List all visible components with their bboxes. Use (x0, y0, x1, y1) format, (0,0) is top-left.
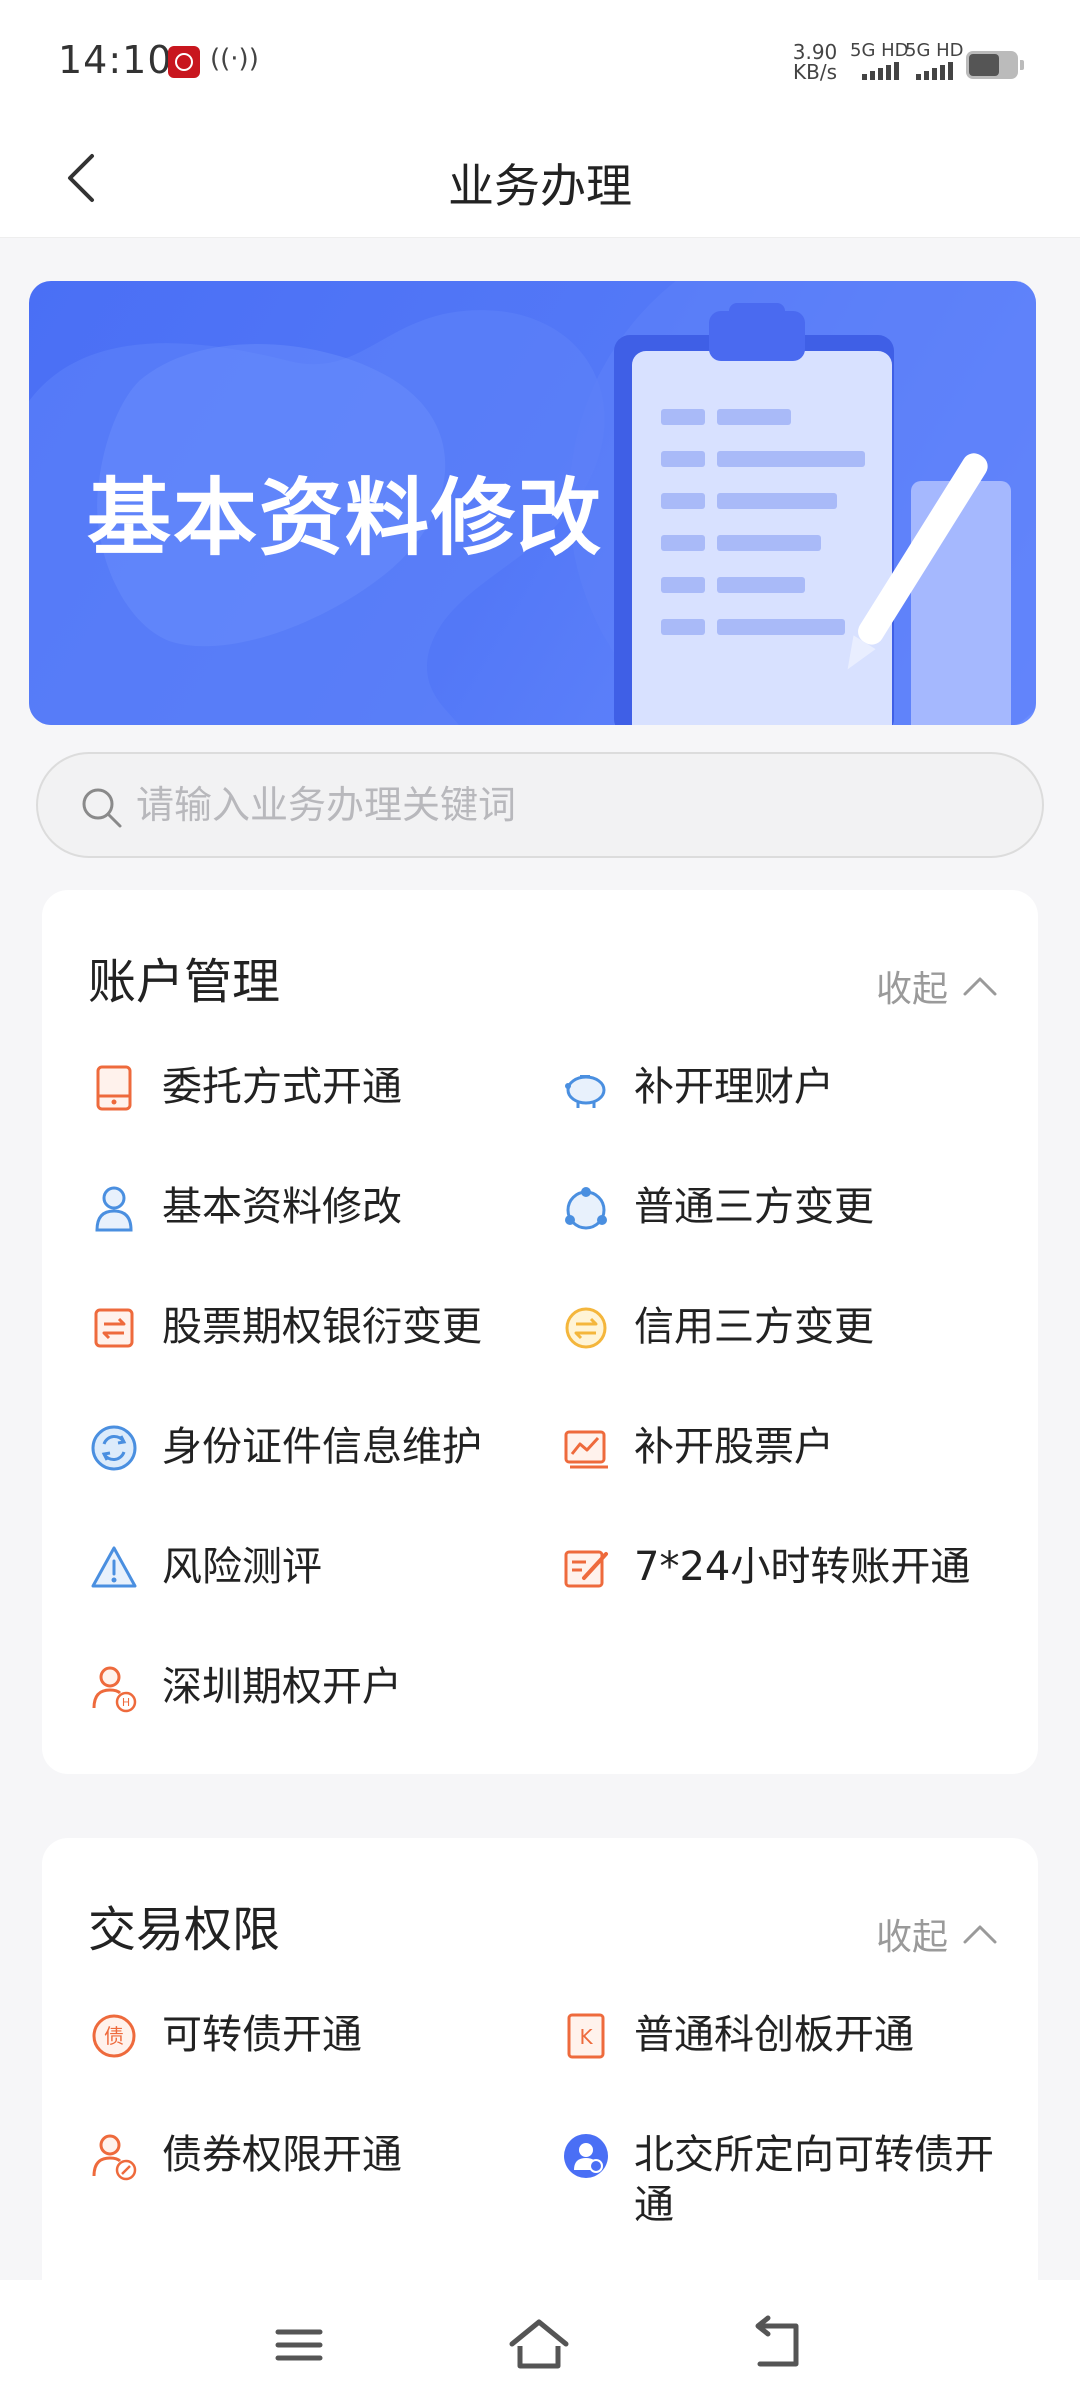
item-label: 基本资料修改 (162, 1184, 402, 1230)
search-bar[interactable] (36, 752, 1044, 858)
warning-icon (91, 1546, 137, 1588)
user-badge-icon (564, 2134, 608, 2178)
chevron-up-icon (963, 977, 997, 996)
menu-item[interactable]: 委托方式开通 (88, 1062, 542, 1114)
menu-item[interactable]: 北交所定向可转债开通 (560, 2130, 994, 2230)
transfer-icon (94, 1308, 134, 1348)
menu-item[interactable]: H 深圳期权开户 (88, 1662, 542, 1714)
section-trading-permissions: 交易权限 收起 债 可转债开通 K 普通科创板开通 债券权限开通 北交所定向可转… (42, 1838, 1038, 2338)
status-time: 14:10 (58, 38, 173, 82)
page-title: 业务办理 (448, 159, 632, 213)
menu-item[interactable]: 基本资料修改 (88, 1182, 542, 1234)
menu-item[interactable]: K 普通科创板开通 (560, 2010, 1014, 2062)
triangle-nodes-icon (565, 1187, 607, 1230)
item-label: 风险测评 (162, 1544, 322, 1590)
speed-unit: KB/s (793, 60, 837, 84)
status-bar: 14:10 ((·)) 3.90 KB/s 5G HD 5G HD (0, 0, 1080, 120)
search-icon (82, 788, 122, 828)
exchange-circle-icon (565, 1307, 607, 1349)
item-label: 普通科创板开通 (634, 2012, 914, 2058)
hotspot-icon: ((·)) (210, 44, 259, 74)
chevron-up-icon (963, 1925, 997, 1944)
item-label: 7*24小时转账开通 (634, 1544, 971, 1590)
item-label: 深圳期权开户 (162, 1664, 402, 1710)
svg-text:债: 债 (104, 2024, 124, 2048)
item-label: 普通三方变更 (634, 1184, 874, 1230)
item-label: 北交所定向可转债开通 (634, 2132, 994, 2228)
section-title: 账户管理 (88, 954, 281, 1010)
banner-title: 基本资料修改 (87, 469, 604, 567)
menu-item[interactable]: 7*24小时转账开通 (560, 1542, 1014, 1594)
edit-form-icon (564, 1550, 608, 1588)
menu-item[interactable]: 信用三方变更 (560, 1302, 1014, 1354)
section-title: 交易权限 (88, 1902, 281, 1958)
user-bond-icon (92, 2134, 137, 2181)
menu-item[interactable]: 身份证件信息维护 (88, 1422, 542, 1474)
menu-icon[interactable] (264, 2310, 334, 2380)
collapse-label: 收起 (875, 969, 948, 1010)
banner[interactable]: 基本资料修改 (29, 281, 1036, 725)
network-speed: 3.90 KB/s (790, 42, 840, 82)
collapse-button[interactable]: 收起 (876, 960, 998, 1012)
user-icon (95, 1186, 133, 1232)
refresh-circle-icon (91, 1425, 137, 1471)
menu-item[interactable]: 补开股票户 (560, 1422, 1014, 1474)
menu-item[interactable]: 补开理财户 (560, 1062, 1014, 1114)
item-label: 委托方式开通 (162, 1064, 402, 1110)
item-label: 补开理财户 (634, 1064, 834, 1110)
system-nav-bar (0, 2280, 1080, 2408)
network-type-2: 5G HD (905, 40, 964, 61)
item-label: 债券权限开通 (162, 2132, 402, 2178)
svg-text:H: H (122, 1696, 130, 1709)
signal-icon (916, 62, 953, 80)
signal-icon (862, 62, 899, 80)
tablet-icon (96, 1065, 132, 1111)
item-label: 身份证件信息维护 (162, 1424, 482, 1470)
battery-icon (966, 51, 1024, 79)
collapse-button[interactable]: 收起 (876, 1908, 998, 1960)
title-bar: 业务办理 (0, 120, 1080, 238)
piggy-bank-icon (565, 1075, 606, 1108)
item-label: 信用三方变更 (634, 1304, 874, 1350)
menu-item[interactable]: 债 可转债开通 (88, 2010, 542, 2062)
menu-item[interactable]: 债券权限开通 (88, 2130, 542, 2182)
stock-chart-icon (564, 1430, 608, 1469)
menu-item[interactable]: 股票期权银衍变更 (88, 1302, 542, 1354)
home-icon[interactable] (504, 2310, 574, 2380)
search-input[interactable] (136, 754, 996, 856)
user-option-icon: H (92, 1666, 137, 1713)
speed-value: 3.90 (792, 40, 838, 64)
svg-text:K: K (579, 2025, 593, 2049)
app-notification-icon (168, 46, 200, 78)
collapse-label: 收起 (875, 1917, 948, 1958)
network-type-1: 5G HD (850, 40, 909, 61)
menu-item[interactable]: 普通三方变更 (560, 1182, 1014, 1234)
back-nav-icon[interactable] (744, 2310, 814, 2380)
item-label: 股票期权银衍变更 (162, 1304, 482, 1350)
bond-convert-icon: 债 (92, 2014, 136, 2058)
menu-item[interactable]: 风险测评 (88, 1542, 542, 1594)
item-label: 补开股票户 (634, 1424, 834, 1470)
section-account-management: 账户管理 收起 委托方式开通 补开理财户 基本资料修改 普通三方变更 股票期权银… (42, 890, 1038, 1774)
k-board-icon: K (567, 2013, 605, 2059)
item-label: 可转债开通 (162, 2012, 362, 2058)
